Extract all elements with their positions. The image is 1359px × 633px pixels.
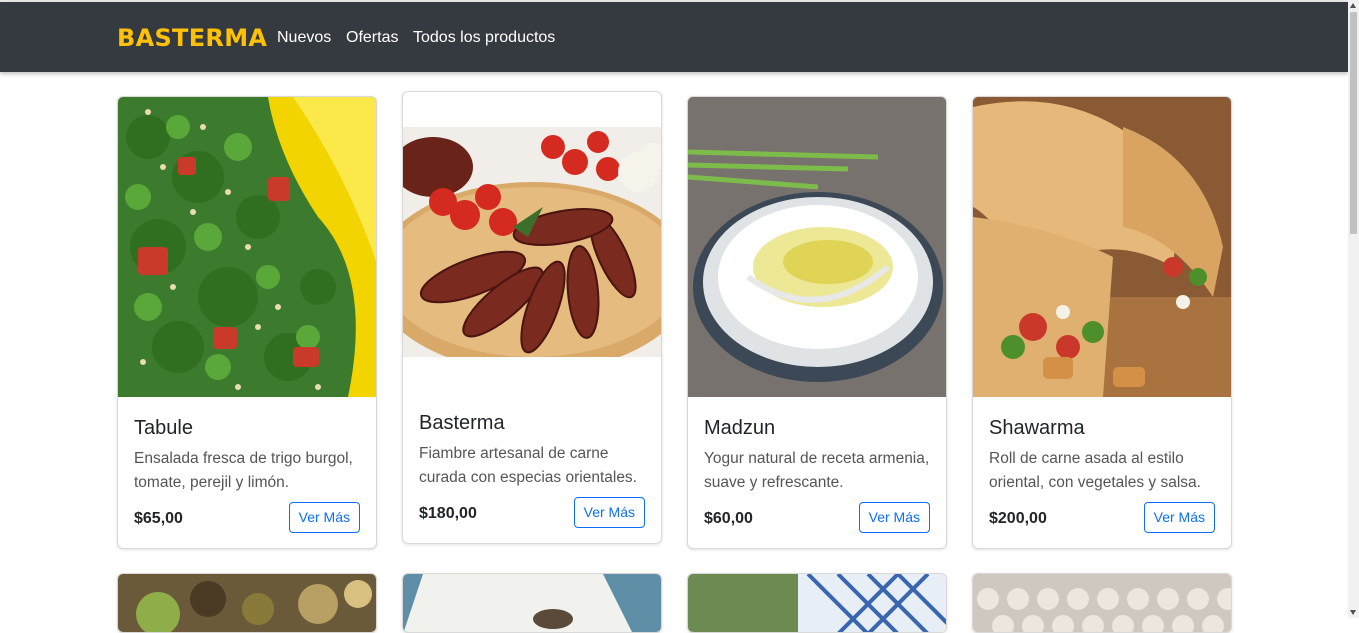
product-card-row2-3 [687,573,947,633]
product-card-row2-4 [972,573,1232,633]
shawarma-image [973,97,1231,397]
product-card-row2-1 [117,573,377,633]
product-image [973,574,1231,632]
product-description: Roll de carne asada al estilo oriental, … [989,450,1201,491]
navbar: BASTERMA Nuevos Ofertas Todos los produc… [0,2,1348,72]
product-card-basterma: Basterma Fiambre artesanal de carne cura… [402,91,662,544]
product-image [403,574,661,632]
product-card-shawarma: Shawarma Roll de carne asada al estilo o… [972,96,1232,549]
ver-mas-button[interactable]: Ver Más [288,502,360,533]
vertical-scrollbar[interactable] [1348,0,1359,618]
nav-link-todos-productos[interactable]: Todos los productos [413,29,555,47]
tabule-image [118,97,376,397]
product-description: Ensalada fresca de trigo burgol, tomate,… [134,450,353,491]
product-title: Tabule [134,417,193,439]
scroll-up-icon[interactable] [1350,3,1356,8]
product-image [688,574,946,632]
ver-mas-button[interactable]: Ver Más [573,497,645,528]
product-description: Yogur natural de receta armenia, suave y… [704,450,930,491]
nav-link-nuevos[interactable]: Nuevos [277,29,331,47]
product-price: $180,00 [419,505,477,522]
product-title: Basterma [419,412,505,434]
scroll-down-icon[interactable] [1350,610,1356,615]
product-card-tabule: Tabule Ensalada fresca de trigo burgol, … [117,96,377,549]
product-title: Madzun [704,417,776,439]
product-card-row2-2 [402,573,662,633]
ver-mas-button[interactable]: Ver Más [1143,502,1215,533]
madzun-image [688,97,946,397]
product-title: Shawarma [989,417,1085,439]
product-card-madzun: Madzun Yogur natural de receta armenia, … [687,96,947,549]
ver-mas-button[interactable]: Ver Más [858,502,930,533]
product-price: $60,00 [704,510,753,527]
product-description: Fiambre artesanal de carne curada con es… [419,445,637,486]
product-price: $65,00 [134,510,183,527]
scrollbar-thumb[interactable] [1350,12,1357,234]
product-price: $200,00 [989,510,1047,527]
product-image [118,574,376,632]
nav-link-ofertas[interactable]: Ofertas [346,29,398,47]
brand-logo[interactable]: BASTERMA [117,24,267,52]
basterma-image [403,127,661,357]
